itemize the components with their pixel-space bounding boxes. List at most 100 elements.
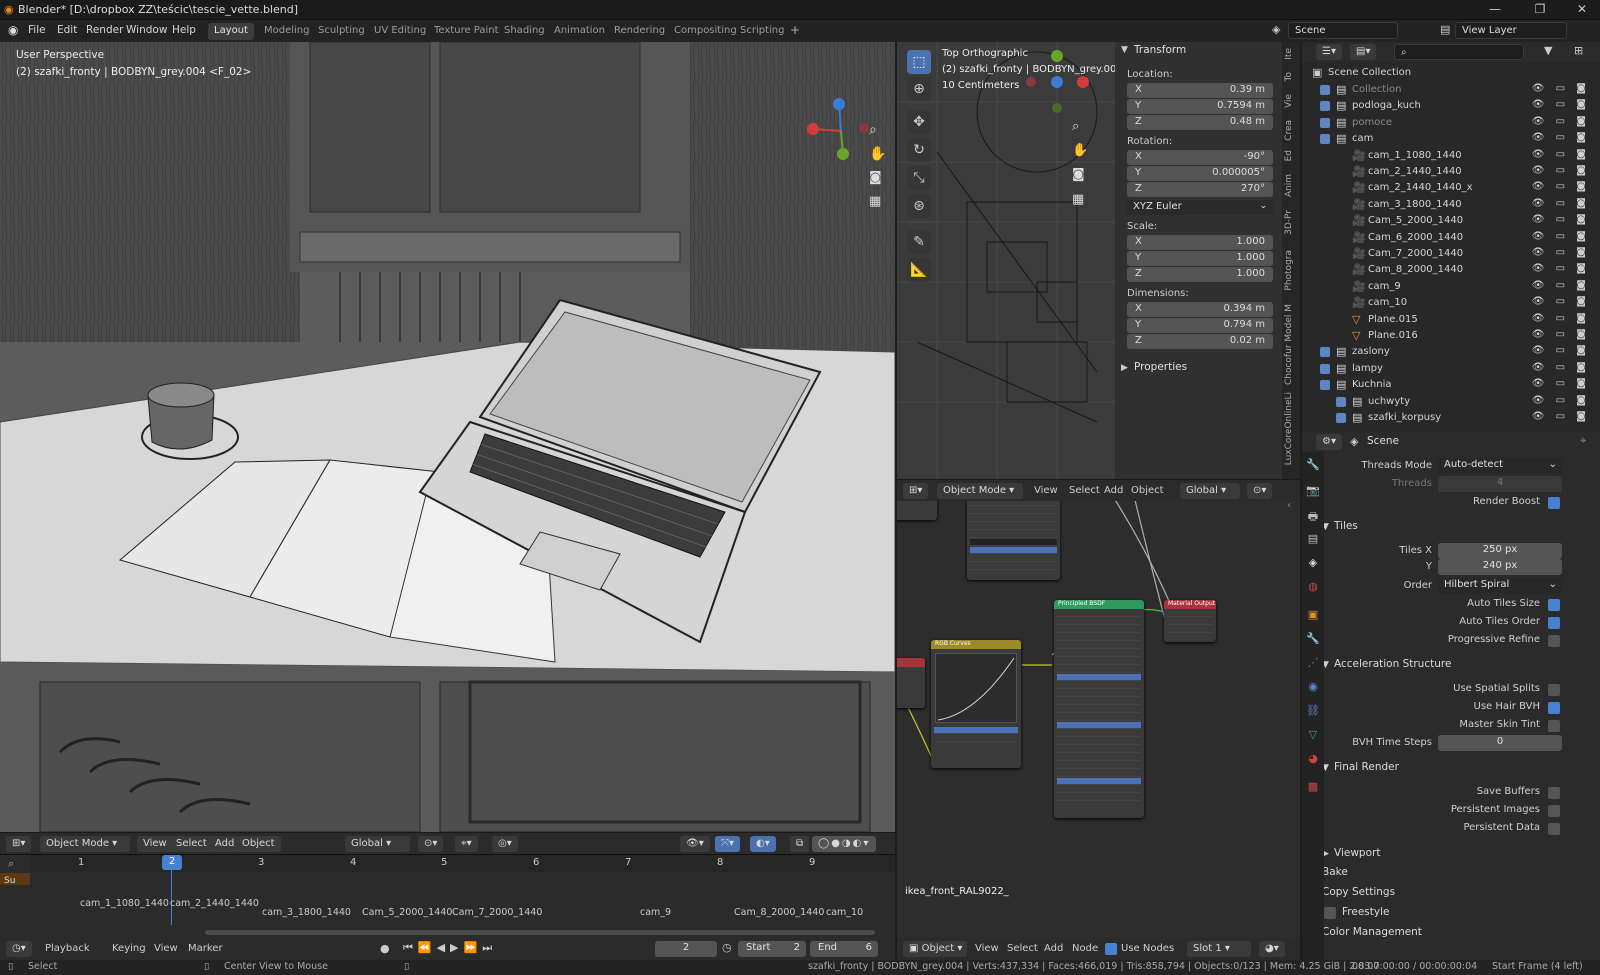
tab-sculpting[interactable]: Sculpting <box>312 23 371 40</box>
exclude-checkbox[interactable] <box>1320 380 1330 391</box>
outliner-row-cam-9[interactable]: 🎥 cam_9 👁 ▭ ◙ <box>1302 280 1600 297</box>
physics-tab-icon[interactable]: ◉ <box>1305 680 1321 696</box>
blender-menu-icon[interactable]: ◉ <box>8 23 18 37</box>
particles-tab-icon[interactable]: ⋰ <box>1305 656 1321 672</box>
top-view-pivot-icon[interactable]: ⊙▾ <box>1247 483 1273 499</box>
master-skin-tint-checkbox[interactable] <box>1548 720 1560 732</box>
transform-tool[interactable]: ⊛ <box>907 194 931 218</box>
menu-marker[interactable]: Marker <box>188 943 223 954</box>
timeline-marker[interactable]: cam_1_1080_1440 <box>80 898 169 909</box>
top-view-menu-select[interactable]: Select <box>1069 485 1100 496</box>
visibility-toggles[interactable]: 👁 ▭ ◙ <box>1532 83 1590 94</box>
visibility-toggles[interactable]: 👁 ▭ ◙ <box>1532 395 1590 406</box>
add-workspace-icon[interactable]: + <box>790 23 800 37</box>
tab-uv-editing[interactable]: UV Editing <box>368 23 432 40</box>
rotation-z-field[interactable]: Z 270° <box>1127 182 1273 197</box>
scale-x-field[interactable]: X 1.000 <box>1127 235 1273 250</box>
scene-tab-icon[interactable]: ◈ <box>1305 556 1321 572</box>
sidetab-edit[interactable]: Ed <box>1284 150 1298 161</box>
properties-expand-icon[interactable]: ▶ <box>1121 363 1128 373</box>
visibility-toggles[interactable]: 👁 ▭ ◙ <box>1532 116 1590 127</box>
proportional-edit-icon[interactable]: ◎▾ <box>492 836 518 852</box>
node-object-dropdown[interactable]: ▣ Object ▾ <box>903 941 967 957</box>
exclude-checkbox[interactable] <box>1320 347 1330 358</box>
playback-controls[interactable]: ⏮⏪◀▶⏩⏭ <box>403 941 497 955</box>
close-icon[interactable]: ✕ <box>1567 2 1597 16</box>
gizmo-toggle-icon[interactable]: ⤧▾ <box>715 836 741 852</box>
navigation-gizmo[interactable] <box>806 96 876 166</box>
exclude-checkbox[interactable] <box>1320 101 1330 112</box>
visibility-toggles[interactable]: 👁 ▭ ◙ <box>1532 378 1590 389</box>
tab-compositing[interactable]: Compositing <box>668 23 743 40</box>
scene-selector[interactable]: Scene <box>1288 22 1398 39</box>
save-buffers-checkbox[interactable] <box>1548 787 1560 799</box>
location-z-field[interactable]: Z 0.48 m <box>1127 115 1273 130</box>
outliner-row-cam-7-2000-1440[interactable]: 🎥 Cam_7_2000_1440 👁 ▭ ◙ <box>1302 247 1600 264</box>
freestyle-checkbox[interactable] <box>1324 907 1336 919</box>
annotate-tool[interactable]: ✎ <box>907 230 931 254</box>
outliner-row-uchwyty[interactable]: ▤ uchwyty 👁 ▭ ◙ <box>1302 395 1600 412</box>
filter-icon[interactable]: ▼ <box>1544 44 1552 57</box>
outliner-scene-collection[interactable]: ▣ Scene Collection <box>1302 66 1600 83</box>
maximize-icon[interactable]: ❐ <box>1525 2 1555 16</box>
sidetab-photographer[interactable]: Photogra <box>1284 250 1298 291</box>
rotate-tool[interactable]: ↻ <box>907 138 931 162</box>
tiles-x-field[interactable]: 250 px <box>1438 543 1562 559</box>
xray-icon[interactable]: ⧉ <box>790 836 810 852</box>
rotation-x-field[interactable]: X -90° <box>1127 150 1273 165</box>
visibility-icon[interactable]: 👁▾ <box>680 836 710 852</box>
tiles-section-header[interactable]: Tiles <box>1334 520 1358 532</box>
bvh-time-steps-field[interactable]: 0 <box>1438 735 1562 751</box>
visibility-toggles[interactable]: 👁 ▭ ◙ <box>1532 313 1590 324</box>
sidetab-item[interactable]: Ite <box>1284 48 1298 60</box>
frame-ruler[interactable] <box>30 855 895 872</box>
tab-texture-paint[interactable]: Texture Paint <box>428 23 505 40</box>
visibility-toggles[interactable]: 👁 ▭ ◙ <box>1532 132 1590 143</box>
sidetab-animation[interactable]: Anim <box>1284 174 1298 197</box>
outliner-editor-type-icon[interactable]: ☰▾ <box>1316 44 1342 60</box>
bake-section-header[interactable]: Bake <box>1322 866 1348 878</box>
modifier-tab-icon[interactable]: 🔧 <box>1305 632 1321 648</box>
tab-animation[interactable]: Animation <box>548 23 611 40</box>
outliner-row-cam-5-2000-1440[interactable]: 🎥 Cam_5_2000_1440 👁 ▭ ◙ <box>1302 214 1600 231</box>
camera-view-icon[interactable]: ◙ <box>869 170 882 185</box>
exclude-checkbox[interactable] <box>1336 396 1346 407</box>
outliner-row-cam-2-1440-1440-x[interactable]: 🎥 cam_2_1440_1440_x 👁 ▭ ◙ <box>1302 181 1600 198</box>
curve-graph[interactable] <box>935 653 1017 723</box>
node-sidebar-toggle-icon[interactable]: ‹ <box>1287 500 1291 511</box>
partial-node-left-lower[interactable] <box>897 658 925 708</box>
top-view-menu-add[interactable]: Add <box>1104 485 1123 496</box>
world-tab-icon[interactable]: ◍ <box>1305 580 1321 596</box>
visibility-toggles[interactable]: 👁 ▭ ◙ <box>1532 99 1590 110</box>
sidetab-view[interactable]: Vie <box>1284 94 1298 108</box>
outliner-row-cam-8-2000-1440[interactable]: 🎥 Cam_8_2000_1440 👁 ▭ ◙ <box>1302 263 1600 280</box>
view-layer-tab-icon[interactable]: ▤ <box>1305 532 1321 548</box>
ortho-toggle-icon[interactable]: ▦ <box>869 194 881 209</box>
progressive-refine-checkbox[interactable] <box>1548 635 1560 647</box>
outliner-row-plane-016[interactable]: ▽ Plane.016 👁 ▭ ◙ <box>1302 329 1600 346</box>
visibility-toggles[interactable]: 👁 ▭ ◙ <box>1532 263 1590 274</box>
transform-header[interactable]: Transform <box>1134 44 1186 56</box>
tool-tab-icon[interactable]: 🔧 <box>1305 458 1321 474</box>
measure-tool[interactable]: 📐 <box>907 258 931 282</box>
acceleration-section-header[interactable]: Acceleration Structure <box>1334 658 1451 670</box>
visibility-toggles[interactable]: 👁 ▭ ◙ <box>1532 149 1590 160</box>
top-grid-icon[interactable]: ▦ <box>1072 192 1084 207</box>
move-tool[interactable]: ✥ <box>907 110 931 134</box>
menu-help[interactable]: Help <box>172 24 196 36</box>
data-tab-icon[interactable]: ▽ <box>1305 728 1321 744</box>
texture-tab-icon[interactable]: ▩ <box>1305 780 1321 796</box>
exclude-checkbox[interactable] <box>1320 134 1330 145</box>
timeline-scrollbar[interactable] <box>205 930 875 935</box>
scale-z-field[interactable]: Z 1.000 <box>1127 267 1273 282</box>
visibility-toggles[interactable]: 👁 ▭ ◙ <box>1532 181 1590 192</box>
snap-icon[interactable]: ⌖▾ <box>455 836 478 852</box>
outliner-row-cam-1-1080-1440[interactable]: 🎥 cam_1_1080_1440 👁 ▭ ◙ <box>1302 149 1600 166</box>
render-boost-checkbox[interactable] <box>1548 497 1560 509</box>
visibility-toggles[interactable]: 👁 ▭ ◙ <box>1532 329 1590 340</box>
select-box-tool[interactable]: ⬚ <box>907 50 931 74</box>
timeline-search-icon[interactable]: ⌕ <box>8 857 14 871</box>
outliner-row-cam-2-1440-1440[interactable]: 🎥 cam_2_1440_1440 👁 ▭ ◙ <box>1302 165 1600 182</box>
overlay-toggle-icon[interactable]: ◐▾ <box>750 836 776 852</box>
object-tab-icon[interactable]: ▣ <box>1305 608 1321 624</box>
